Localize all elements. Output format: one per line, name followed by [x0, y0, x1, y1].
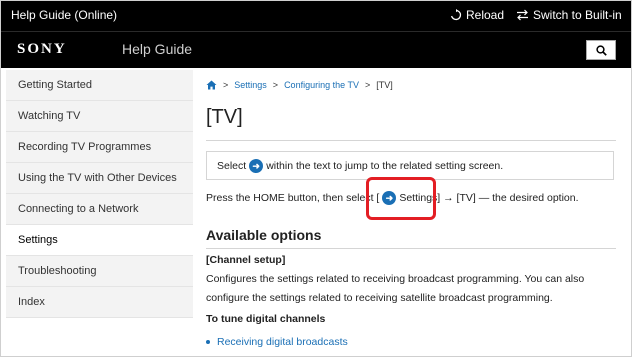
sidebar-item-label: Recording TV Programmes	[18, 141, 152, 153]
sidebar-item-getting-started[interactable]: Getting Started	[6, 70, 193, 101]
reload-label: Reload	[466, 8, 505, 22]
top-bar: Help Guide (Online) Reload Switch to Bui…	[1, 1, 631, 31]
breadcrumb-separator: >	[272, 80, 279, 90]
search-icon	[595, 44, 607, 56]
sidebar-item-index[interactable]: Index	[6, 287, 193, 318]
search-button[interactable]	[586, 40, 616, 60]
title-divider	[206, 140, 616, 141]
sidebar-item-label: Index	[18, 296, 45, 308]
help-guide-window: Help Guide (Online) Reload Switch to Bui…	[0, 0, 632, 357]
app-title: Help Guide (Online)	[11, 8, 118, 22]
breadcrumb-separator: >	[223, 80, 229, 90]
sidebar-item-using-tv-with-other-devices[interactable]: Using the TV with Other Devices	[6, 163, 193, 194]
sidebar-item-connecting-to-network[interactable]: Connecting to a Network	[6, 194, 193, 225]
reload-button[interactable]: Reload	[450, 8, 504, 22]
sidebar-item-label: Settings	[18, 234, 58, 246]
option-subheading: [Channel setup]	[206, 254, 286, 266]
sidebar-item-recording-tv-programmes[interactable]: Recording TV Programmes	[6, 132, 193, 163]
option-description: Configures the settings related to recei…	[206, 273, 585, 304]
switch-arrows-icon	[517, 9, 528, 21]
sidebar-item-settings[interactable]: Settings	[6, 225, 193, 256]
jump-note-box: Select ➜ within the text to jump to the …	[206, 151, 614, 180]
section-divider	[206, 248, 616, 249]
switch-label: Switch to Built-in	[533, 8, 622, 22]
sidebar-item-label: Using the TV with Other Devices	[18, 172, 177, 184]
help-guide-label: Help Guide	[122, 41, 193, 57]
reload-icon	[450, 9, 462, 21]
sidebar-item-label: Connecting to a Network	[18, 203, 139, 215]
sony-logo: SONY	[17, 41, 67, 57]
bullet-dot	[206, 340, 210, 344]
home-icon[interactable]	[206, 80, 217, 90]
switch-to-built-in-button[interactable]: Switch to Built-in	[516, 8, 622, 22]
breadcrumb-settings-link[interactable]: Settings	[234, 80, 267, 90]
highlight-callout	[366, 177, 436, 220]
jump-arrow-icon: ➜	[249, 158, 264, 173]
section-heading: Available options	[206, 227, 322, 243]
tune-channels-heading: To tune digital channels	[206, 313, 326, 325]
breadcrumb-configuring-tv-link[interactable]: Configuring the TV	[284, 80, 359, 90]
sidebar-nav: Getting Started Watching TV Recording TV…	[6, 70, 193, 356]
breadcrumb-separator: >	[364, 80, 371, 90]
sidebar-item-label: Getting Started	[18, 79, 92, 91]
sidebar-item-label: Watching TV	[18, 110, 81, 122]
sidebar-item-troubleshooting[interactable]: Troubleshooting	[6, 256, 193, 287]
breadcrumb-current: [TV]	[376, 80, 393, 90]
page-title: [TV]	[206, 106, 243, 128]
list-item[interactable]: Receiving digital broadcasts	[206, 336, 348, 348]
instruction-text-before: Press the HOME button, then select [	[206, 192, 380, 204]
sidebar-item-label: Troubleshooting	[18, 265, 97, 277]
brand-bar: SONY Help Guide	[1, 31, 631, 68]
receiving-digital-broadcasts-link[interactable]: Receiving digital broadcasts	[217, 336, 348, 348]
instruction-text-after: ] → [TV] — the desired option.	[437, 192, 579, 204]
breadcrumb: > Settings > Configuring the TV > [TV]	[206, 80, 393, 90]
note-text-after: within the text to jump to the related s…	[266, 159, 504, 172]
sidebar-item-watching-tv[interactable]: Watching TV	[6, 101, 193, 132]
note-text-before: Select	[217, 159, 247, 172]
